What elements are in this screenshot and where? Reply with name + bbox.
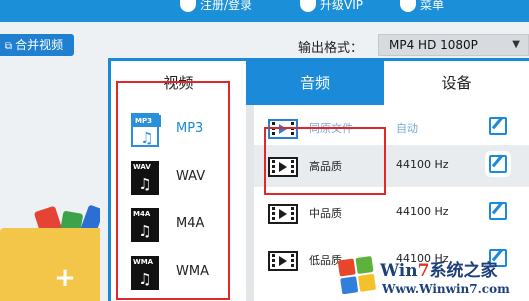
watermark-url: Www.Winwin7.com <box>382 282 510 296</box>
merge-video-button[interactable]: ⧉ 合并视频 <box>0 34 74 56</box>
chevron-down-icon: ▼ <box>512 39 520 50</box>
quality-name: 中品质 <box>309 207 342 220</box>
video-file-icon <box>268 157 298 177</box>
output-format-select[interactable]: MP4 HD 1080P ▼ <box>378 34 529 56</box>
user-icon <box>180 0 196 12</box>
format-item-m4a[interactable]: M4A ♫ M4A <box>111 202 246 248</box>
format-tabs: 视频 音频 设备 <box>111 61 529 106</box>
edit-icon[interactable] <box>489 202 507 220</box>
toolbar: ⧉ 合并视频 输出格式： MP4 HD 1080P ▼ <box>0 22 529 58</box>
tab-device[interactable]: 设备 <box>384 61 529 106</box>
vip-link[interactable]: 升级VIP <box>300 0 363 14</box>
format-label: MP3 <box>176 121 204 136</box>
output-format-label: 输出格式： <box>298 41 364 56</box>
wav-file-icon: WAV ♫ <box>131 161 159 195</box>
menu-link[interactable]: 菜单 <box>400 0 444 14</box>
format-item-wma[interactable]: WMA ♫ WMA <box>111 250 246 296</box>
m4a-file-icon: M4A ♫ <box>131 208 159 242</box>
watermark-brand: Win7系统之家 <box>380 261 498 281</box>
output-format-value: MP4 HD 1080P <box>389 38 478 52</box>
quality-rate: 44100 Hz <box>396 205 449 218</box>
format-list: MP3 ♫ MP3 WAV ♫ WAV M4A ♫ M4A WMA ♫ WMA <box>111 105 246 301</box>
format-label: M4A <box>176 216 205 231</box>
quality-name: 同原文件 <box>309 122 353 135</box>
video-file-icon <box>268 251 298 271</box>
mp3-file-icon: MP3 ♫ <box>131 113 161 147</box>
quality-name: 高品质 <box>309 160 342 173</box>
wma-file-icon: WMA ♫ <box>131 256 159 290</box>
edit-icon[interactable] <box>485 151 511 177</box>
panel-divider <box>246 105 254 301</box>
quality-row-medium[interactable]: 中品质 44100 Hz <box>254 192 529 234</box>
tab-video[interactable]: 视频 <box>111 61 246 105</box>
plus-icon: + <box>54 263 76 293</box>
vip-icon <box>300 0 316 12</box>
add-files-folder-icon[interactable]: + <box>0 200 100 301</box>
quality-rate: 44100 Hz <box>396 158 449 171</box>
format-item-mp3[interactable]: MP3 ♫ MP3 <box>111 107 246 153</box>
merge-icon: ⧉ <box>4 41 13 52</box>
menu-icon <box>400 0 416 12</box>
quality-row-high[interactable]: 高品质 44100 Hz <box>254 145 529 187</box>
windows-flag-icon <box>337 255 379 297</box>
login-link[interactable]: 注册/登录 <box>180 0 252 14</box>
edit-icon[interactable] <box>489 117 507 135</box>
watermark: Win7系统之家 Www.Winwin7.com <box>336 252 529 301</box>
quality-rate: 自动 <box>396 122 418 135</box>
top-bar: 注册/登录 升级VIP 菜单 <box>0 0 529 22</box>
video-file-icon <box>268 204 298 224</box>
tab-audio[interactable]: 音频 <box>246 61 384 105</box>
video-file-icon <box>268 119 298 139</box>
format-label: WAV <box>176 169 206 184</box>
format-item-wav[interactable]: WAV ♫ WAV <box>111 155 246 201</box>
quality-row-original[interactable]: 同原文件 自动 <box>254 107 529 149</box>
format-label: WMA <box>176 264 209 279</box>
